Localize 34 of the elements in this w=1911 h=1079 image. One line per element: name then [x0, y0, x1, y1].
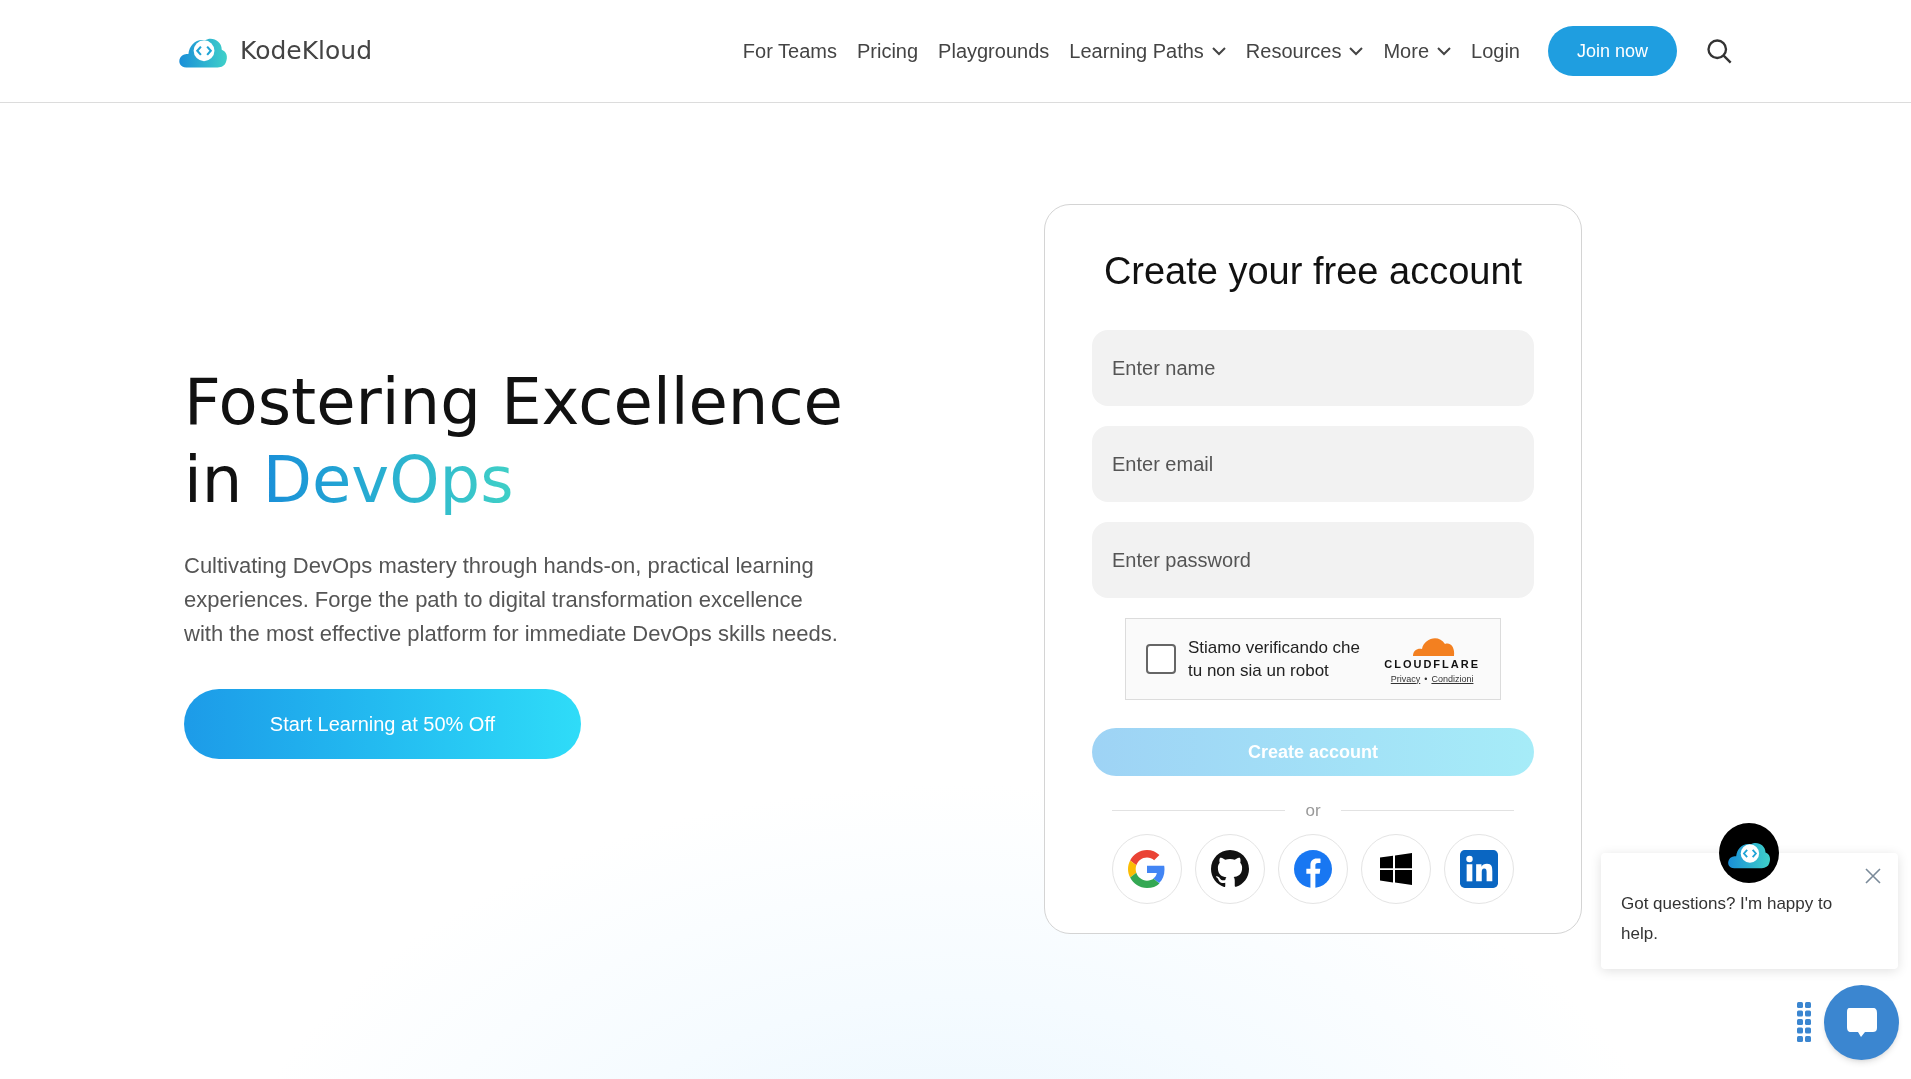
logo-text: KodeKloud — [240, 35, 373, 68]
chat-message: Got questions? I'm happy to help. — [1621, 893, 1834, 945]
text-input-field[interactable]: Enter email — [1092, 426, 1534, 502]
captcha-checkbox[interactable] — [1146, 644, 1176, 674]
nav-link[interactable]: Playgrounds — [938, 36, 1050, 66]
nav-link[interactable]: For Teams — [742, 36, 837, 66]
windows-icon — [1380, 852, 1412, 885]
hero-heading: Fostering Excellence in DevOps — [184, 364, 844, 519]
privacy-link[interactable]: Privacy — [1390, 672, 1421, 686]
nav-link[interactable]: Pricing — [856, 36, 919, 66]
grip-dots-icon[interactable] — [1797, 1002, 1811, 1042]
text-input-field[interactable]: Enter password — [1092, 522, 1534, 598]
nav-link[interactable]: Learning Paths — [1069, 36, 1226, 66]
signup-title: Create your free account — [1102, 249, 1524, 294]
nav-link[interactable]: Login — [1471, 36, 1520, 66]
google-icon — [1128, 849, 1166, 888]
github-icon — [1211, 849, 1249, 888]
text-input-field[interactable]: Enter name — [1092, 330, 1534, 406]
terms-link[interactable]: Condizioni — [1431, 672, 1474, 686]
nav-link[interactable]: More — [1383, 36, 1451, 66]
linkedin-icon — [1460, 849, 1498, 888]
link-separator: • — [1424, 672, 1428, 686]
captcha-brand: CLOUDFLARE — [1384, 657, 1480, 672]
chat-launcher-button[interactable] — [1824, 985, 1899, 1060]
captcha-text: Stiamo verificando che tu non sia un robot — [1188, 637, 1361, 682]
chevron-down-icon — [1211, 46, 1226, 56]
close-icon[interactable] — [1864, 867, 1882, 885]
chevron-down-icon — [1349, 46, 1364, 56]
search-icon[interactable] — [1705, 37, 1733, 65]
facebook-icon — [1294, 849, 1332, 888]
hero-description: Cultivating DevOps mastery through hands-on, practical learning experiences. Forge the path to digital transformation excellence with the most effective platform for immediate DevOps skills needs. — [184, 552, 839, 648]
nav-link[interactable]: Resources — [1245, 36, 1364, 66]
or-divider-text: or — [1305, 800, 1321, 822]
chevron-down-icon — [1437, 46, 1451, 56]
